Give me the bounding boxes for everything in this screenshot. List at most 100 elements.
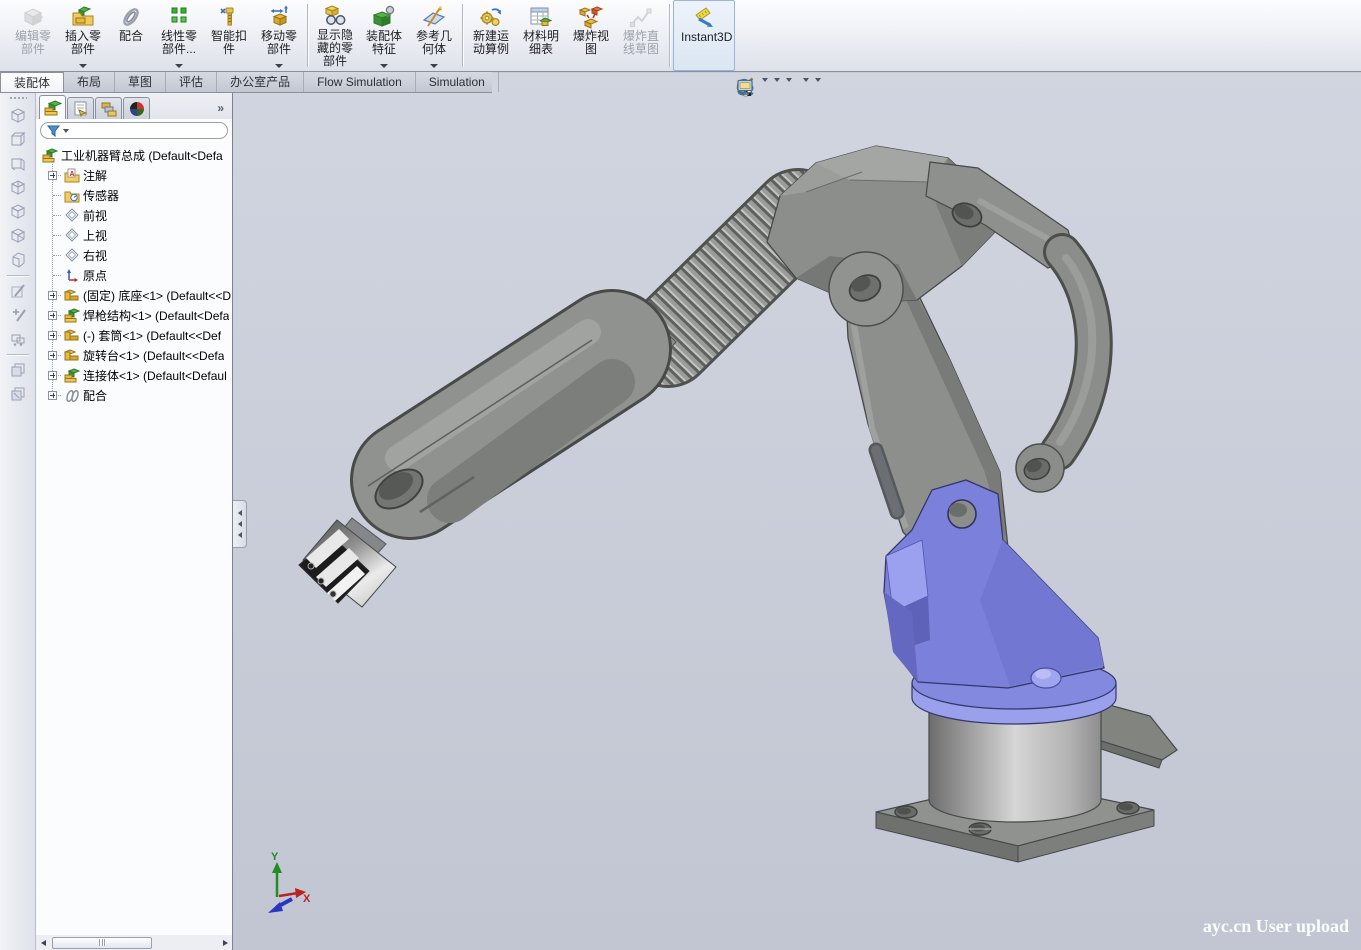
tree-filter-input[interactable]: [40, 122, 228, 139]
dimxpert-manager-tab[interactable]: [123, 97, 150, 119]
view-settings-icon[interactable]: [813, 77, 822, 83]
tab-simulation[interactable]: Simulation: [416, 72, 499, 92]
exploded-view-icon: [578, 3, 604, 30]
watermark: ayc.cn User upload: [1203, 916, 1349, 937]
assembly-features-icon: [371, 3, 397, 30]
button-label: 参考几何体: [411, 30, 457, 56]
scrollbar-thumb[interactable]: [52, 937, 152, 949]
feature-tree: 工业机器臂总成 (Default<Defa A 注解 传感器 前视: [36, 142, 232, 405]
expand-toggle[interactable]: [48, 171, 57, 180]
button-label: 装配体特征: [361, 30, 407, 56]
expand-toggle[interactable]: [48, 391, 57, 400]
view-orientation-icon[interactable]: [755, 79, 757, 81]
expand-toggle[interactable]: [48, 351, 57, 360]
dropdown-caret-icon[interactable]: [430, 64, 438, 68]
view-cube-icon[interactable]: [5, 152, 31, 176]
explode-line-sketch-icon: [628, 3, 654, 30]
tree-item-origin[interactable]: 原点: [48, 265, 232, 285]
move-component-button[interactable]: 移动零部件: [254, 0, 304, 71]
scroll-left-button[interactable]: [36, 936, 50, 949]
smart-fasteners-button[interactable]: 智能扣件: [204, 0, 254, 71]
assembly-icon: [42, 148, 58, 163]
apply-scene-icon[interactable]: [801, 77, 810, 83]
manager-tab-bar: »: [36, 93, 232, 119]
more-tabs-chevron[interactable]: »: [217, 101, 230, 119]
exploded-view-button[interactable]: 爆炸视图: [566, 0, 616, 71]
svg-text:A: A: [70, 171, 75, 178]
tab-evaluate[interactable]: 评估: [166, 72, 217, 92]
hide-show-items-icon[interactable]: [772, 77, 781, 83]
reference-geometry-button[interactable]: 参考几何体: [409, 0, 459, 71]
tab-sketch[interactable]: 草图: [115, 72, 166, 92]
new-motion-study-button[interactable]: 新建运动算例: [466, 0, 516, 71]
explode-line-sketch-button[interactable]: 爆炸直线草图: [616, 0, 666, 71]
corner-cube-icon[interactable]: [5, 248, 31, 272]
tab-office-products[interactable]: 办公室产品: [217, 72, 304, 92]
button-label: Instant3D: [681, 31, 727, 44]
tree-item-weld-gun-structure[interactable]: 焊枪结构<1> (Default<Defa: [48, 305, 232, 325]
feature-manager-tree-tab[interactable]: [39, 95, 66, 119]
tab-layout[interactable]: 布局: [64, 72, 115, 92]
tab-assembly[interactable]: 装配体: [0, 72, 64, 92]
scroll-right-button[interactable]: [218, 936, 232, 949]
bill-of-materials-button[interactable]: 材料明细表: [516, 0, 566, 71]
property-manager-tab[interactable]: [67, 97, 94, 119]
tree-item-mates[interactable]: 配合: [48, 385, 232, 405]
tree-item-sleeve[interactable]: (-) 套筒<1> (Default<<Def: [48, 325, 232, 345]
tree-item-base[interactable]: (固定) 底座<1> (Default<<D: [48, 285, 232, 305]
linear-component-pattern-button[interactable]: 线性零部件...: [154, 0, 204, 71]
instant3d-button[interactable]: Instant3D: [673, 0, 735, 71]
tree-root[interactable]: 工业机器臂总成 (Default<Defa: [40, 145, 232, 165]
view-cube-icon[interactable]: [5, 104, 31, 128]
tree-item-right-plane[interactable]: 右视: [48, 245, 232, 265]
expand-toggle[interactable]: [48, 311, 57, 320]
sketch-pencil-icon[interactable]: [5, 279, 31, 303]
tree-item-front-plane[interactable]: 前视: [48, 205, 232, 225]
mate-button[interactable]: 配合: [108, 0, 154, 71]
expand-toggle[interactable]: [48, 291, 57, 300]
block-cart-icon[interactable]: [5, 327, 31, 351]
view-cube-icon[interactable]: [5, 200, 31, 224]
button-label: 线性零部件...: [156, 30, 202, 56]
layered-squares-icon[interactable]: [5, 382, 31, 406]
panel-collapse-splitter[interactable]: [233, 500, 247, 548]
expand-toggle[interactable]: [48, 331, 57, 340]
tree-item-top-plane[interactable]: 上视: [48, 225, 232, 245]
dropdown-caret-icon[interactable]: [79, 64, 87, 68]
add-sketch-icon[interactable]: [5, 303, 31, 327]
display-style-icon[interactable]: [760, 77, 769, 83]
view-cube-icon[interactable]: [5, 128, 31, 152]
tab-flow-simulation[interactable]: Flow Simulation: [304, 72, 416, 92]
view-cube-icon[interactable]: [5, 224, 31, 248]
part-icon: [64, 328, 80, 343]
tree-item-annotations[interactable]: A 注解: [48, 165, 232, 185]
dropdown-caret-icon[interactable]: [175, 64, 183, 68]
edit-component-button[interactable]: 编辑零部件: [8, 0, 58, 71]
visibility-glasses-icon[interactable]: [784, 77, 793, 83]
tree-item-connector[interactable]: 连接体<1> (Default<Defaul: [48, 365, 232, 385]
plane-icon: [64, 208, 80, 223]
dropdown-caret-icon[interactable]: [275, 64, 283, 68]
insert-component-icon: [70, 3, 96, 30]
triad-x-label: X: [303, 893, 311, 905]
tree-item-rotary-table[interactable]: 旋转台<1> (Default<<Defa: [48, 345, 232, 365]
assembly-features-button[interactable]: 装配体特征: [359, 0, 409, 71]
plane-icon: [64, 248, 80, 263]
expand-toggle[interactable]: [48, 371, 57, 380]
command-manager-toolbar: 编辑零部件 插入零部件 配合 线性零部件... 智能扣件 移动零部件: [0, 0, 1361, 72]
linear-component-pattern-icon: [166, 3, 192, 30]
tree-item-sensors[interactable]: 传感器: [48, 185, 232, 205]
toolbar-grip[interactable]: [9, 96, 27, 100]
insert-component-button[interactable]: 插入零部件: [58, 0, 108, 71]
view-cube-icon[interactable]: [5, 176, 31, 200]
configuration-manager-tab[interactable]: [95, 97, 122, 119]
dropdown-caret-icon[interactable]: [380, 64, 388, 68]
layered-squares-icon[interactable]: [5, 358, 31, 382]
show-hidden-components-button[interactable]: 显示隐藏的零部件: [311, 0, 359, 71]
heads-up-view-toolbar: [735, 77, 822, 83]
button-label: 材料明细表: [518, 30, 564, 56]
toolbar-separator: [462, 4, 463, 67]
move-component-icon: [266, 3, 292, 30]
filter-dropdown-caret-icon[interactable]: [63, 129, 69, 133]
edit-appearance-icon[interactable]: [796, 79, 798, 81]
